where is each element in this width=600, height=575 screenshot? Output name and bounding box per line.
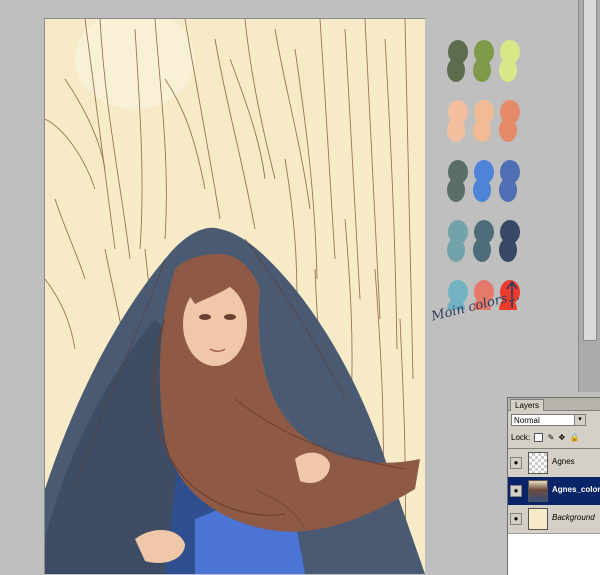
photoshop-workspace: Moin colors... Layers Normal ▾ Lock: ✎ ✥… <box>0 0 600 575</box>
padlock-icon[interactable]: 🔒 <box>569 433 579 442</box>
layer-name: Background <box>552 513 595 522</box>
color-swatch <box>499 160 520 202</box>
color-swatch <box>447 100 468 142</box>
artwork <box>45 19 425 574</box>
tab-layers[interactable]: Layers <box>510 399 545 411</box>
color-swatch <box>447 40 468 82</box>
color-swatch <box>473 100 494 142</box>
color-swatch <box>499 100 520 142</box>
color-swatch <box>499 40 520 82</box>
layer-row-agnes-color[interactable]: ● Agnes_color <box>508 477 600 506</box>
layer-name: Agnes <box>552 457 575 466</box>
move-lock-icon[interactable]: ✥ <box>559 433 566 442</box>
color-swatch <box>499 220 520 262</box>
layers-list: ● Agnes ● Agnes_color ● Background <box>508 448 600 575</box>
lock-label: Lock: <box>511 433 531 442</box>
eye-icon[interactable]: ● <box>510 513 522 525</box>
layer-thumbnail <box>528 452 548 474</box>
color-swatch <box>447 160 468 202</box>
vertical-scrollbar[interactable] <box>583 0 597 341</box>
right-panel-strip <box>578 0 600 392</box>
blend-mode-value: Normal <box>514 416 540 425</box>
color-swatch <box>447 220 468 262</box>
brush-lock-icon[interactable]: ✎ <box>548 433 555 442</box>
layer-row-background[interactable]: ● Background <box>508 505 600 534</box>
layer-name: Agnes_color <box>552 485 600 494</box>
color-swatch <box>473 40 494 82</box>
lock-row: Lock: ✎ ✥ 🔒 <box>511 432 581 444</box>
document-canvas[interactable] <box>44 18 425 574</box>
layer-thumbnail <box>528 508 548 530</box>
layers-panel: Layers Normal ▾ Lock: ✎ ✥ 🔒 ● Agnes ● Ag… <box>507 397 600 575</box>
checker-lock-icon[interactable] <box>534 433 544 443</box>
eye-icon[interactable]: ● <box>510 457 522 469</box>
layer-row-agnes[interactable]: ● Agnes <box>508 449 600 478</box>
chevron-down-icon[interactable]: ▾ <box>574 415 585 425</box>
eye-icon[interactable]: ● <box>510 485 522 497</box>
layers-tabbar: Layers <box>508 398 600 411</box>
swatch-blobs <box>447 40 520 310</box>
layer-thumbnail <box>528 480 548 502</box>
blend-mode-select[interactable]: Normal ▾ <box>511 414 586 426</box>
color-swatch <box>473 220 494 262</box>
color-swatch <box>473 160 494 202</box>
